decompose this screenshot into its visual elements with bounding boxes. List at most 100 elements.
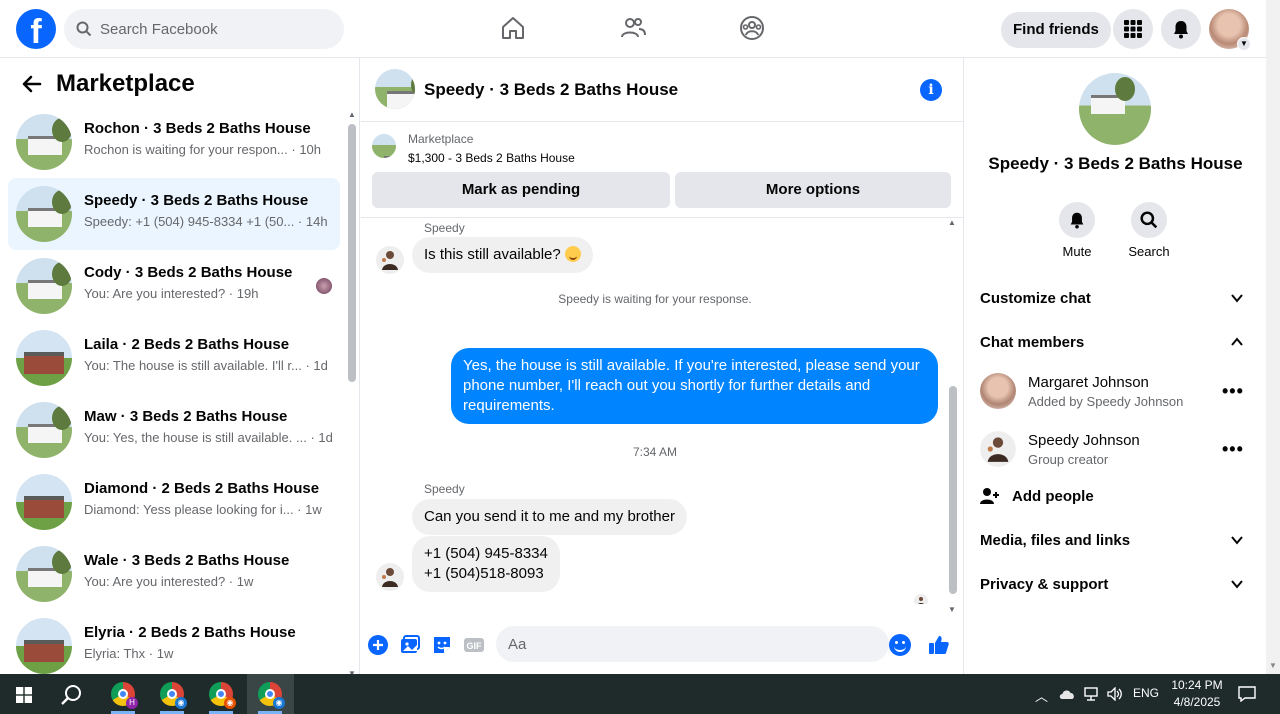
menu-grid-icon — [1124, 20, 1142, 38]
back-arrow-icon[interactable] — [20, 72, 44, 96]
scroll-down-arrow-icon[interactable]: ▼ — [1269, 661, 1277, 670]
conversation-item[interactable]: Diamond · 2 Beds 2 Baths House Diamond: Y… — [8, 466, 340, 538]
conversation-snippet: Diamond: Yess please looking for i... · … — [84, 502, 322, 517]
sticker-icon[interactable] — [431, 634, 453, 656]
clock-time: 10:24 PM — [1171, 678, 1223, 692]
notification-center-icon[interactable] — [1238, 686, 1256, 702]
incoming-message[interactable]: Is this still available? — [412, 237, 593, 273]
windows-taskbar: H ◉ ◉ ◉ ︿ ENG 10:24 PM 4/8/2025 — [0, 674, 1280, 714]
info-icon[interactable]: i — [920, 79, 942, 101]
conversation-item[interactable]: Speedy · 3 Beds 2 Baths House Speedy: +1 … — [8, 178, 340, 250]
chat-member[interactable]: Speedy Johnson Group creator ••• — [980, 431, 1250, 471]
account-avatar[interactable]: ▼ — [1209, 9, 1251, 51]
more-options-button[interactable]: More options — [675, 172, 951, 208]
message-input[interactable] — [496, 626, 889, 662]
conversation-item[interactable]: Laila · 2 Beds 2 Baths House You: The hou… — [8, 322, 340, 394]
add-people-label: Add people — [1012, 488, 1094, 505]
sender-avatar[interactable] — [376, 563, 404, 591]
bell-icon — [1174, 21, 1188, 39]
chat-members-row[interactable]: Chat members — [980, 331, 1250, 355]
windows-start-icon[interactable] — [16, 687, 32, 703]
mark-as-pending-button[interactable]: Mark as pending — [372, 172, 670, 208]
facebook-logo[interactable]: f — [16, 9, 56, 49]
thread-scrollbar[interactable]: ▲ ▼ — [947, 218, 959, 614]
scrollbar-thumb[interactable] — [949, 386, 957, 594]
home-icon[interactable] — [499, 14, 527, 42]
chrome-app-icon[interactable]: ◉ — [160, 682, 187, 709]
volume-icon[interactable] — [1107, 687, 1123, 701]
input-language-indicator[interactable]: ENG — [1133, 686, 1159, 700]
message-timestamp: 7:34 AM — [632, 445, 678, 459]
seen-indicator-avatar — [914, 594, 928, 604]
search-input[interactable] — [100, 20, 320, 38]
conversation-list: Rochon · 3 Beds 2 Baths House Rochon is w… — [8, 106, 340, 674]
conversation-item[interactable]: Cody · 3 Beds 2 Baths House You: Are you … — [8, 250, 340, 322]
chrome-app-icon[interactable]: ◉ — [209, 682, 236, 709]
groups-icon[interactable] — [738, 14, 766, 42]
plus-icon[interactable] — [367, 634, 389, 656]
incoming-message[interactable]: +1 (504) 945-8334 +1 (504)518-8093 — [412, 536, 560, 592]
conversation-item[interactable]: Maw · 3 Beds 2 Baths House You: Yes, the … — [8, 394, 340, 466]
member-avatar — [980, 373, 1016, 409]
conversation-list-scrollbar[interactable]: ▲ ▼ — [346, 110, 358, 674]
profile-badge-icon: ◉ — [273, 697, 285, 709]
incoming-message[interactable]: Can you send it to me and my brother — [412, 499, 687, 535]
more-options-icon[interactable]: ••• — [1222, 381, 1244, 402]
listing-avatar — [16, 618, 72, 674]
chrome-app-icon[interactable]: ◉ — [258, 682, 285, 709]
taskbar-search-icon[interactable] — [60, 683, 84, 707]
add-people-button[interactable]: Add people — [980, 485, 1180, 509]
chevron-up-icon — [1231, 337, 1243, 346]
chat-members-label: Chat members — [980, 334, 1085, 351]
conversation-name: Elyria · 2 Beds 2 Baths House — [84, 624, 296, 641]
menu-button[interactable] — [1113, 9, 1153, 49]
conversation-name: Laila · 2 Beds 2 Baths House — [84, 336, 290, 353]
listing-thumbnail[interactable] — [372, 134, 396, 158]
customize-chat-row[interactable]: Customize chat — [980, 287, 1250, 311]
find-friends-button[interactable]: Find friends — [1001, 12, 1111, 48]
chat-title[interactable]: Speedy · 3 Beds 2 Baths House — [424, 80, 678, 100]
phone-number: +1 (504) 945-8334 — [424, 545, 548, 562]
network-icon[interactable] — [1084, 687, 1100, 701]
conversation-snippet: You: The house is still available. I'll … — [84, 358, 328, 373]
onedrive-cloud-icon[interactable] — [1058, 688, 1076, 700]
conversation-name: Wale · 3 Beds 2 Baths House — [84, 552, 290, 569]
search-label: Search — [1128, 244, 1170, 259]
mute-action[interactable]: Mute — [1047, 202, 1107, 259]
search-box[interactable] — [64, 9, 344, 49]
add-person-icon — [980, 488, 999, 504]
conversation-item[interactable]: Rochon · 3 Beds 2 Baths House Rochon is w… — [8, 106, 340, 178]
chat-avatar[interactable] — [375, 69, 415, 109]
privacy-support-row[interactable]: Privacy & support — [980, 573, 1250, 597]
emoji-icon[interactable] — [889, 634, 911, 656]
chat-member[interactable]: Margaret Johnson Added by Speedy Johnson… — [980, 373, 1250, 413]
chevron-down-icon — [1231, 294, 1243, 303]
sender-name: Speedy — [424, 482, 465, 496]
scroll-up-arrow-icon[interactable]: ▲ — [948, 218, 956, 227]
listing-source-label: Marketplace — [408, 132, 474, 146]
thumbs-up-icon[interactable] — [928, 634, 950, 656]
media-files-links-row[interactable]: Media, files and links — [980, 529, 1250, 553]
show-hidden-icons-chevron-icon[interactable]: ︿ — [1035, 686, 1048, 705]
conversation-item[interactable]: Wale · 3 Beds 2 Baths House You: Are you … — [8, 538, 340, 610]
more-options-icon[interactable]: ••• — [1222, 439, 1244, 460]
outgoing-message[interactable]: Yes, the house is still available. If yo… — [451, 348, 938, 424]
system-clock[interactable]: 10:24 PM 4/8/2025 — [1170, 677, 1224, 711]
sender-avatar[interactable] — [376, 246, 404, 274]
notifications-button[interactable] — [1161, 9, 1201, 49]
listing-title[interactable]: $1,300 - 3 Beds 2 Baths House — [408, 151, 575, 165]
scroll-up-arrow-icon[interactable]: ▲ — [348, 110, 356, 119]
profile-badge-icon: ◉ — [224, 697, 236, 709]
friends-icon[interactable] — [619, 14, 647, 42]
scrollbar-thumb[interactable] — [348, 124, 356, 382]
mute-label: Mute — [1062, 244, 1092, 259]
conversation-name: Cody · 3 Beds 2 Baths House — [84, 264, 293, 281]
scroll-down-arrow-icon[interactable]: ▼ — [948, 605, 956, 614]
conversation-item[interactable]: Elyria · 2 Beds 2 Baths House Elyria: Thx… — [8, 610, 340, 674]
page-scrollbar[interactable]: ▼ — [1266, 0, 1280, 674]
photo-icon[interactable] — [399, 634, 421, 656]
chrome-app-icon[interactable]: H — [111, 682, 138, 709]
conversation-avatar[interactable] — [1079, 73, 1151, 145]
gif-icon[interactable]: GIF — [463, 634, 485, 656]
search-in-conversation-action[interactable]: Search — [1119, 202, 1179, 259]
